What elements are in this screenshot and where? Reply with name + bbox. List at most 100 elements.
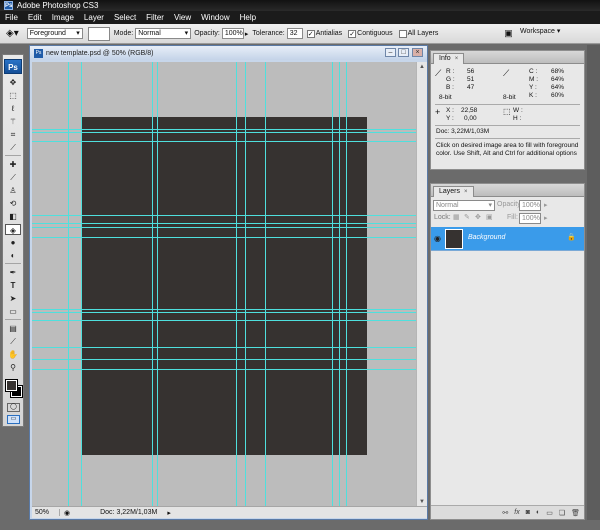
healing-brush-icon[interactable]: ✚: [5, 159, 21, 170]
document-ps-icon: Ps: [34, 48, 43, 58]
lock-position-icon[interactable]: ✥: [475, 213, 481, 221]
mask-icon[interactable]: ◙: [526, 509, 530, 516]
fill-source-select[interactable]: Foreground: [26, 28, 83, 39]
screen-mode-icon[interactable]: ▭: [7, 415, 20, 424]
marquee-icon[interactable]: ⬚: [5, 90, 21, 101]
layers-opacity-field[interactable]: 100%: [519, 200, 541, 211]
selection-size-icon: ⬚: [503, 107, 511, 116]
horizontal-guide[interactable]: [32, 141, 416, 142]
move-icon[interactable]: ✥: [5, 77, 21, 88]
menu-view[interactable]: View: [169, 11, 196, 24]
brush-icon[interactable]: ⟋: [5, 172, 21, 183]
clone-stamp-icon[interactable]: ♙: [5, 185, 21, 196]
tolerance-field[interactable]: 32: [286, 28, 303, 39]
photoshop-logo[interactable]: Ps: [4, 59, 22, 74]
horizontal-guide[interactable]: [32, 132, 416, 133]
trash-icon[interactable]: 🗑: [571, 509, 580, 517]
paint-bucket-icon[interactable]: ◈: [5, 224, 21, 235]
b-label: B :: [446, 84, 454, 91]
horizontal-guide[interactable]: [32, 320, 416, 321]
opacity-dropdown-icon[interactable]: ▸: [245, 30, 249, 38]
lock-transparency-icon[interactable]: ▦: [453, 213, 460, 221]
contiguous-checkbox[interactable]: ✓: [348, 29, 357, 38]
lock-image-icon[interactable]: ✎: [464, 213, 470, 221]
notes-icon[interactable]: ▤: [5, 323, 21, 334]
horizontal-guide[interactable]: [32, 309, 416, 310]
zoom-icon[interactable]: ⚲: [5, 362, 21, 373]
workspace-button[interactable]: Workspace ▾: [520, 27, 560, 35]
eyedropper2-icon[interactable]: ⟋: [5, 336, 21, 347]
lock-all-icon[interactable]: ▣: [486, 213, 493, 221]
palette-well-icon[interactable]: ▣: [503, 28, 514, 39]
layer-row-background[interactable]: ◉ Background 🔒: [431, 227, 584, 251]
horizontal-guide[interactable]: [32, 359, 416, 360]
fx-icon[interactable]: fx: [514, 509, 519, 516]
horizontal-guide[interactable]: [32, 227, 416, 228]
layer-name[interactable]: Background: [468, 234, 505, 241]
group-icon[interactable]: ▭: [546, 509, 553, 517]
app-titlebar: Ps Adobe Photoshop CS3: [0, 0, 600, 11]
pen-icon[interactable]: ✒: [5, 267, 21, 278]
horizontal-guide[interactable]: [32, 369, 416, 370]
vertical-scrollbar[interactable]: ▲ ▼: [416, 62, 427, 507]
y-coord-label: Y :: [446, 115, 454, 122]
close-icon[interactable]: ×: [464, 189, 468, 195]
minimize-button[interactable]: –: [385, 48, 396, 57]
eraser-icon[interactable]: ◧: [5, 211, 21, 222]
history-brush-icon[interactable]: ⟲: [5, 198, 21, 209]
fill-field[interactable]: 100%: [519, 213, 541, 224]
tab-layers[interactable]: Layers ×: [433, 186, 474, 197]
canvas-area[interactable]: [32, 62, 416, 507]
menu-layer[interactable]: Layer: [79, 11, 109, 24]
canvas-artboard[interactable]: [81, 117, 367, 455]
blend-mode-select[interactable]: Normal: [433, 200, 495, 211]
crop-icon[interactable]: ⌗: [5, 129, 21, 140]
maximize-button[interactable]: □: [398, 48, 409, 57]
layers-opacity-arrow-icon[interactable]: ▸: [544, 201, 548, 209]
rectangle-icon[interactable]: ▭: [5, 306, 21, 317]
visibility-eye-icon[interactable]: ◉: [434, 234, 441, 243]
fill-arrow-icon[interactable]: ▸: [544, 214, 548, 222]
eyedropper-icon[interactable]: ⟋: [5, 142, 21, 153]
mode-select[interactable]: Normal: [135, 28, 192, 39]
quick-mask-icon[interactable]: ◯: [7, 403, 20, 412]
close-icon[interactable]: ×: [455, 56, 459, 62]
foreground-color-swatch[interactable]: [5, 379, 18, 392]
adjustment-icon[interactable]: ◐: [536, 509, 540, 516]
menu-window[interactable]: Window: [196, 11, 234, 24]
type-icon[interactable]: T: [5, 280, 21, 291]
dodge-icon[interactable]: ◐: [5, 250, 21, 261]
menu-edit[interactable]: Edit: [23, 11, 47, 24]
menu-file[interactable]: File: [0, 11, 23, 24]
horizontal-guide[interactable]: [32, 215, 416, 216]
document-titlebar[interactable]: Ps new template.psd @ 50% (RGB/8) – □ ×: [30, 46, 427, 60]
magic-wand-icon[interactable]: ⚚: [5, 116, 21, 127]
antialias-checkbox[interactable]: ✓: [306, 29, 315, 38]
horizontal-guide[interactable]: [32, 237, 416, 238]
toolbox: Ps ✥ ⬚ ℓ ⚚ ⌗ ⟋ ✚ ⟋ ♙ ⟲ ◧ ◈ ● ◐ ✒ T ➤ ▭ ▤…: [2, 54, 24, 427]
scroll-up-icon[interactable]: ▲: [417, 62, 427, 72]
zoom-level[interactable]: 50%: [32, 509, 60, 516]
opacity-field[interactable]: 100%: [221, 28, 244, 39]
status-arrow-icon[interactable]: ▸: [167, 509, 171, 517]
pattern-swatch[interactable]: [87, 26, 110, 41]
menu-filter[interactable]: Filter: [141, 11, 169, 24]
menu-select[interactable]: Select: [109, 11, 141, 24]
horizontal-guide[interactable]: [32, 312, 416, 313]
path-selection-icon[interactable]: ➤: [5, 293, 21, 304]
horizontal-guide[interactable]: [32, 223, 416, 224]
menu-image[interactable]: Image: [47, 11, 79, 24]
tab-info[interactable]: Info ×: [433, 53, 465, 64]
blur-icon[interactable]: ●: [5, 237, 21, 248]
close-button[interactable]: ×: [412, 48, 423, 57]
menu-help[interactable]: Help: [235, 11, 261, 24]
status-menu-icon[interactable]: ◉: [64, 509, 70, 517]
paint-bucket-preset-icon[interactable]: ◈▾: [6, 28, 19, 39]
link-icon[interactable]: ⚯: [502, 509, 508, 517]
horizontal-guide[interactable]: [32, 129, 416, 130]
new-layer-icon[interactable]: ❏: [559, 509, 565, 517]
horizontal-guide[interactable]: [32, 347, 416, 348]
all-layers-checkbox[interactable]: [398, 29, 407, 38]
hand-icon[interactable]: ✋: [5, 349, 21, 360]
lasso-icon[interactable]: ℓ: [5, 103, 21, 114]
